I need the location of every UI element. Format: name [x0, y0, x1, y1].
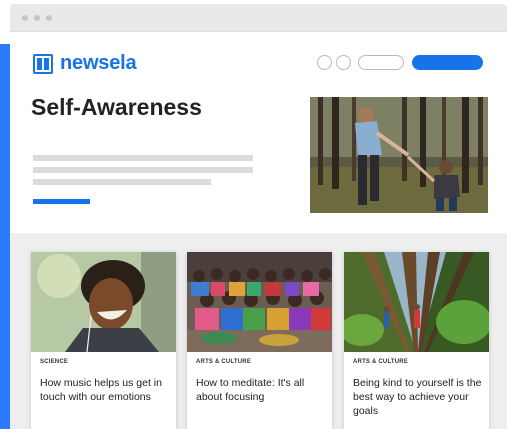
header-pill-button[interactable]	[358, 55, 404, 70]
window-dot-icon[interactable]	[34, 15, 40, 21]
text-placeholder-line	[33, 155, 253, 161]
newsela-logo[interactable]: newsela	[33, 52, 137, 75]
window-dot-icon[interactable]	[46, 15, 52, 21]
card-category: ARTS & CULTURE	[353, 359, 409, 365]
forest-hike-photo-icon	[310, 97, 488, 213]
card-category: ARTS & CULTURE	[196, 359, 252, 365]
brand-name: newsela	[60, 52, 137, 74]
tall-trees-hikers-photo-icon	[344, 252, 489, 352]
text-placeholder-line	[33, 179, 211, 185]
read-more-link[interactable]	[33, 199, 90, 204]
hero-image	[310, 97, 488, 213]
window-dot-icon[interactable]	[22, 15, 28, 21]
header-circle-button[interactable]	[336, 55, 351, 70]
children-meditating-photo-icon	[187, 252, 332, 352]
article-card[interactable]: ARTS & CULTURE Being kind to yourself is…	[344, 252, 489, 429]
newsela-logo-icon	[33, 53, 53, 74]
smiling-person-earbuds-photo-icon	[31, 252, 176, 352]
card-headline[interactable]: How to meditate: It's all about focusing	[196, 376, 326, 404]
card-headline[interactable]: How music helps us get in touch with our…	[40, 376, 170, 404]
article-card[interactable]: ARTS & CULTURE How to meditate: It's all…	[187, 252, 332, 429]
card-headline[interactable]: Being kind to yourself is the best way t…	[353, 376, 483, 418]
primary-cta-button[interactable]	[412, 55, 483, 70]
browser-chrome	[10, 4, 507, 32]
card-category: SCIENCE	[40, 359, 69, 365]
header-circle-button[interactable]	[317, 55, 332, 70]
text-placeholder-line	[33, 167, 253, 173]
page-title: Self-Awareness	[31, 94, 202, 120]
accent-bar	[0, 44, 10, 429]
article-card[interactable]: SCIENCE How music helps us get in touch …	[31, 252, 176, 429]
